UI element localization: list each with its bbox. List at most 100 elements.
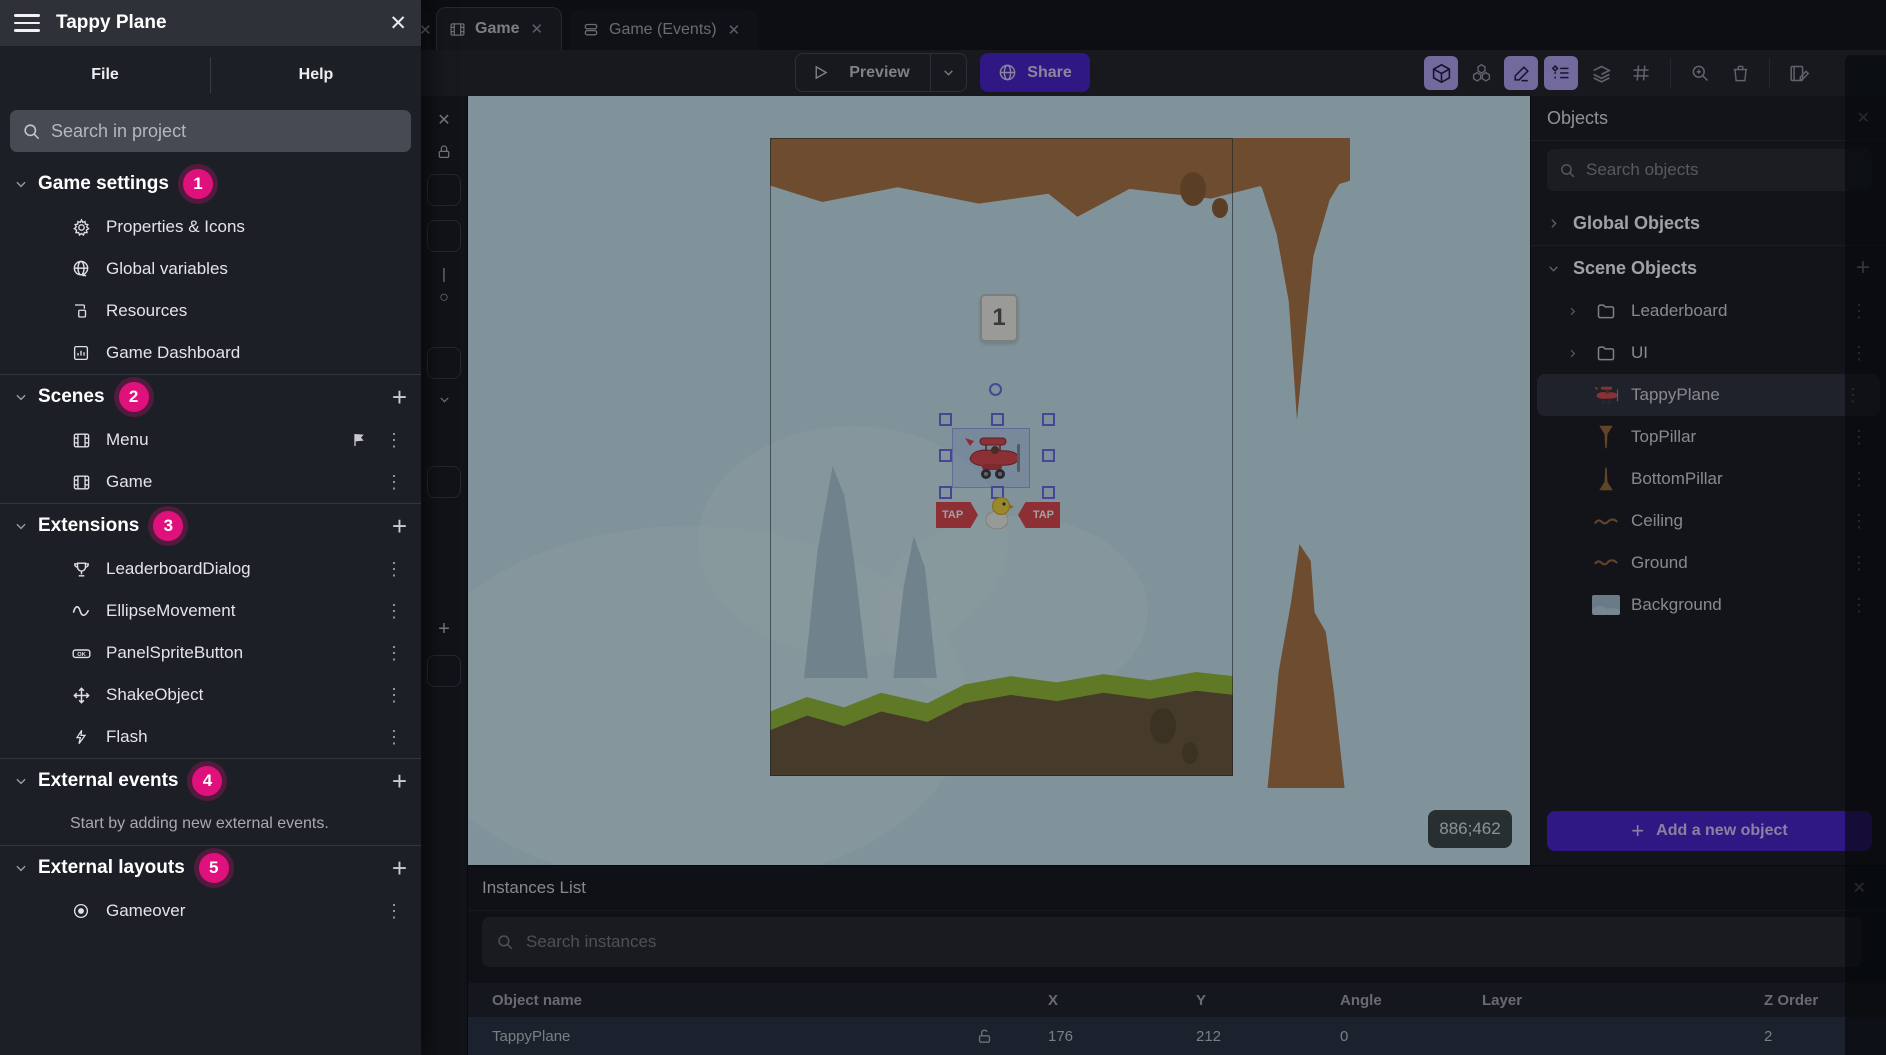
panel-button[interactable]: [427, 347, 461, 379]
instances-search[interactable]: [482, 917, 1862, 967]
tappy-plane-sprite[interactable]: [962, 432, 1022, 482]
layers-icon[interactable]: [1584, 56, 1618, 90]
scene-menu[interactable]: Menu ⋮: [0, 419, 421, 461]
close-icon[interactable]: ✕: [1857, 108, 1870, 128]
object-bottompillar[interactable]: BottomPillar ⋮: [1531, 458, 1886, 500]
item-global-variables[interactable]: Global variables: [0, 248, 421, 290]
add-external-event-icon[interactable]: +: [392, 766, 407, 797]
global-objects-section[interactable]: Global Objects: [1531, 201, 1886, 245]
close-tab-icon[interactable]: ✕: [728, 21, 741, 39]
tab-game[interactable]: Game ✕: [436, 7, 562, 50]
objects-search[interactable]: [1547, 149, 1872, 191]
trash-icon[interactable]: [1723, 56, 1757, 90]
add-object-icon[interactable]: +: [1856, 254, 1870, 282]
more-options-icon[interactable]: ⋮: [381, 431, 407, 449]
more-options-icon[interactable]: ⋮: [1846, 554, 1872, 572]
extension-leaderboarddialog[interactable]: LeaderboardDialog ⋮: [0, 548, 421, 590]
lock-icon[interactable]: [436, 144, 452, 160]
menu-help[interactable]: Help: [211, 66, 421, 84]
object-tappyplane[interactable]: TappyPlane ⋮: [1537, 374, 1880, 416]
object-folder-ui[interactable]: UI ⋮: [1531, 332, 1886, 374]
preview-button[interactable]: Preview: [795, 53, 967, 92]
scene-editor-canvas[interactable]: 1: [468, 96, 1530, 865]
edit-scene-events-icon[interactable]: [1782, 56, 1816, 90]
project-search-input[interactable]: [51, 121, 399, 142]
scene-objects-section[interactable]: Scene Objects +: [1531, 246, 1886, 290]
object-toppillar[interactable]: TopPillar ⋮: [1531, 416, 1886, 458]
add-new-object-button[interactable]: + Add a new object: [1547, 811, 1872, 851]
more-options-icon[interactable]: ⋮: [1846, 596, 1872, 614]
panel-button[interactable]: [427, 220, 461, 252]
close-icon[interactable]: ✕: [1853, 878, 1866, 898]
close-icon[interactable]: ✕: [437, 110, 450, 130]
extension-shakeobject[interactable]: ShakeObject ⋮: [0, 674, 421, 716]
properties-toggle-icon[interactable]: [1504, 56, 1538, 90]
extension-ellipsemovement[interactable]: EllipseMovement ⋮: [0, 590, 421, 632]
object-ground[interactable]: Ground ⋮: [1531, 542, 1886, 584]
instances-search-input[interactable]: [526, 932, 1848, 952]
more-options-icon[interactable]: ⋮: [381, 902, 407, 920]
item-properties-and-icons[interactable]: Properties & Icons: [0, 206, 421, 248]
close-drawer-icon[interactable]: ✕: [389, 11, 407, 36]
section-game-settings[interactable]: Game settings 1: [0, 162, 421, 206]
more-options-icon[interactable]: ⋮: [381, 728, 407, 746]
chevron-down-icon[interactable]: [931, 66, 966, 79]
more-options-icon[interactable]: ⋮: [381, 560, 407, 578]
more-options-icon[interactable]: ⋮: [1846, 344, 1872, 362]
unlock-icon[interactable]: [976, 1028, 1048, 1045]
instance-row-tappyplane[interactable]: TappyPlane 176 212 0 2: [468, 1017, 1886, 1055]
scene-game[interactable]: Game ⋮: [0, 461, 421, 503]
zoom-in-icon[interactable]: [1683, 56, 1717, 90]
more-options-icon[interactable]: ⋮: [381, 686, 407, 704]
instances-list-toggle-icon[interactable]: [1544, 56, 1578, 90]
section-external-layouts[interactable]: External layouts 5 +: [0, 846, 421, 890]
item-game-dashboard[interactable]: Game Dashboard: [0, 332, 421, 374]
share-button[interactable]: Share: [980, 53, 1090, 92]
plus-icon[interactable]: +: [438, 618, 450, 641]
tab-game-events[interactable]: Game (Events) ✕: [570, 9, 758, 50]
section-scenes[interactable]: Scenes 2 +: [0, 375, 421, 419]
more-options-icon[interactable]: ⋮: [381, 602, 407, 620]
objects-search-input[interactable]: [1586, 160, 1860, 180]
object-background[interactable]: Background ⋮: [1531, 584, 1886, 626]
external-layout-gameover[interactable]: Gameover ⋮: [0, 890, 421, 932]
more-options-icon[interactable]: ⋮: [381, 644, 407, 662]
extension-flash[interactable]: Flash ⋮: [0, 716, 421, 758]
more-options-icon[interactable]: ⋮: [1840, 386, 1866, 404]
object-ceiling[interactable]: Ceiling ⋮: [1531, 500, 1886, 542]
hamburger-menu-icon[interactable]: [14, 14, 40, 32]
more-options-icon[interactable]: ⋮: [1846, 302, 1872, 320]
extension-panelspritebutton[interactable]: OK PanelSpriteButton ⋮: [0, 632, 421, 674]
panel-button[interactable]: [427, 174, 461, 206]
chevron-down-icon[interactable]: [438, 393, 451, 406]
more-options-icon[interactable]: ⋮: [1846, 512, 1872, 530]
resize-handle[interactable]: [939, 413, 952, 426]
object-folder-leaderboard[interactable]: Leaderboard ⋮: [1531, 290, 1886, 332]
project-search[interactable]: [10, 110, 411, 152]
resize-handle[interactable]: [939, 486, 952, 499]
panel-button[interactable]: [427, 466, 461, 498]
panel-button[interactable]: [427, 655, 461, 687]
add-scene-icon[interactable]: +: [392, 382, 407, 413]
grid-icon[interactable]: [1624, 56, 1658, 90]
rotate-handle[interactable]: [989, 383, 1002, 396]
more-options-icon[interactable]: ⋮: [381, 473, 407, 491]
column-layer: Layer: [1482, 992, 1764, 1009]
add-external-layout-icon[interactable]: +: [392, 853, 407, 884]
add-extension-icon[interactable]: +: [392, 511, 407, 542]
resize-handle[interactable]: [1042, 449, 1055, 462]
more-options-icon[interactable]: ⋮: [1846, 428, 1872, 446]
item-resources[interactable]: Resources: [0, 290, 421, 332]
close-tab-icon[interactable]: ✕: [530, 20, 543, 38]
section-label: Scene Objects: [1573, 258, 1697, 279]
section-extensions[interactable]: Extensions 3 +: [0, 504, 421, 548]
resize-handle[interactable]: [991, 413, 1004, 426]
more-options-icon[interactable]: ⋮: [1846, 470, 1872, 488]
resize-handle[interactable]: [939, 449, 952, 462]
resize-handle[interactable]: [1042, 413, 1055, 426]
objects-panel-toggle-icon[interactable]: [1424, 56, 1458, 90]
menu-file[interactable]: File: [0, 66, 210, 84]
section-external-events[interactable]: External events 4 +: [0, 759, 421, 803]
object-groups-icon[interactable]: [1464, 56, 1498, 90]
resize-handle[interactable]: [1042, 486, 1055, 499]
